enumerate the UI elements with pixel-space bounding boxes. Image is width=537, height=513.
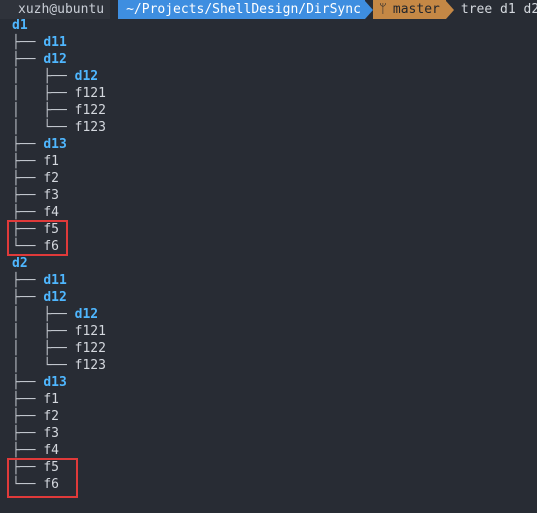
directory-name: d2 <box>12 256 28 271</box>
tree-branch-glyph: ├── <box>12 188 44 203</box>
tree-line: ├── f2 <box>12 408 59 425</box>
file-name: f3 <box>43 188 59 203</box>
file-name: f123 <box>74 120 106 135</box>
file-name: f3 <box>43 426 59 441</box>
directory-name: d13 <box>43 375 67 390</box>
tree-branch-glyph: │ ├── <box>12 103 75 118</box>
tree-line: │ ├── f122 <box>12 102 106 119</box>
tree-branch-glyph: ├── <box>12 171 44 186</box>
prompt-user: xuzh@ubuntu <box>18 2 105 17</box>
directory-name: d11 <box>43 273 67 288</box>
tree-branch-glyph: ├── <box>12 52 44 67</box>
tree-branch-glyph: │ ├── <box>12 324 75 339</box>
prompt-command: tree d1 d2 <box>460 2 537 17</box>
tree-line: ├── d11 <box>12 272 67 289</box>
highlight-box-d2-f5-f6 <box>7 458 78 498</box>
tree-line: ├── d12 <box>12 51 67 68</box>
tree-line: ├── f3 <box>12 425 59 442</box>
directory-name: d12 <box>74 69 99 84</box>
tree-branch-glyph: ├── <box>12 154 44 169</box>
directory-name: d13 <box>43 137 67 152</box>
tree-line: │ └── f123 <box>12 357 106 374</box>
file-name: f1 <box>43 154 59 169</box>
tree-line: ├── d13 <box>12 136 67 153</box>
tree-line: ├── d11 <box>12 34 67 51</box>
tree-branch-glyph: ├── <box>12 392 44 407</box>
tree-line: │ └── f123 <box>12 119 106 136</box>
tree-line: ├── f1 <box>12 391 59 408</box>
tree-line: │ ├── f121 <box>12 85 106 102</box>
tree-line: ├── f4 <box>12 442 59 459</box>
tree-branch-glyph: │ ├── <box>12 86 75 101</box>
tree-branch-glyph: │ └── <box>12 120 75 135</box>
tree-branch-glyph: ├── <box>12 290 44 305</box>
file-name: f122 <box>74 341 106 356</box>
file-name: f1 <box>43 392 59 407</box>
file-name: f2 <box>43 171 59 186</box>
tree-root-line: d2 <box>12 255 28 272</box>
tree-line: │ ├── d12 <box>12 68 98 85</box>
tree-line: ├── f3 <box>12 187 59 204</box>
file-name: f121 <box>74 86 106 101</box>
tree-root-line: d1 <box>12 17 28 34</box>
prompt-path-segment: ~/Projects/ShellDesign/DirSync <box>118 0 365 19</box>
git-segment-arrow <box>445 0 454 19</box>
directory-name: d12 <box>74 307 99 322</box>
file-name: f4 <box>43 443 59 458</box>
prompt-git-segment: ᛘ master <box>372 0 446 19</box>
tree-branch-glyph: │ └── <box>12 358 75 373</box>
tree-line: ├── d13 <box>12 374 67 391</box>
file-name: f122 <box>74 103 106 118</box>
tree-line: │ ├── f121 <box>12 323 106 340</box>
tree-line: ├── d12 <box>12 289 67 306</box>
tree-branch-glyph: │ ├── <box>12 69 75 84</box>
highlight-box-d1-f5-f6 <box>7 220 68 256</box>
file-name: f121 <box>74 324 106 339</box>
tree-branch-glyph: ├── <box>12 137 44 152</box>
tree-line: ├── f4 <box>12 204 59 221</box>
tree-branch-glyph: ├── <box>12 273 44 288</box>
tree-branch-glyph: │ ├── <box>12 341 75 356</box>
tree-line: ├── f1 <box>12 153 59 170</box>
directory-name: d1 <box>12 18 28 33</box>
prompt-path: ~/Projects/ShellDesign/DirSync <box>126 2 361 17</box>
path-segment-arrow <box>364 0 373 19</box>
terminal-window[interactable]: xuzh@ubuntu ~/Projects/ShellDesign/DirSy… <box>0 0 537 513</box>
git-branch-icon: ᛘ <box>379 2 387 17</box>
directory-name: d11 <box>43 35 67 50</box>
file-name: f4 <box>43 205 59 220</box>
prompt-branch: master <box>392 2 440 17</box>
directory-name: d12 <box>43 52 67 67</box>
tree-line: │ ├── f122 <box>12 340 106 357</box>
tree-branch-glyph: ├── <box>12 35 44 50</box>
shell-prompt: xuzh@ubuntu ~/Projects/ShellDesign/DirSy… <box>0 0 537 19</box>
tree-branch-glyph: ├── <box>12 443 44 458</box>
tree-branch-glyph: │ ├── <box>12 307 75 322</box>
file-name: f123 <box>74 358 106 373</box>
tree-branch-glyph: ├── <box>12 205 44 220</box>
file-name: f2 <box>43 409 59 424</box>
tree-branch-glyph: ├── <box>12 409 44 424</box>
tree-branch-glyph: ├── <box>12 375 44 390</box>
tree-line: │ ├── d12 <box>12 306 98 323</box>
tree-line: ├── f2 <box>12 170 59 187</box>
directory-name: d12 <box>43 290 67 305</box>
tree-branch-glyph: ├── <box>12 426 44 441</box>
